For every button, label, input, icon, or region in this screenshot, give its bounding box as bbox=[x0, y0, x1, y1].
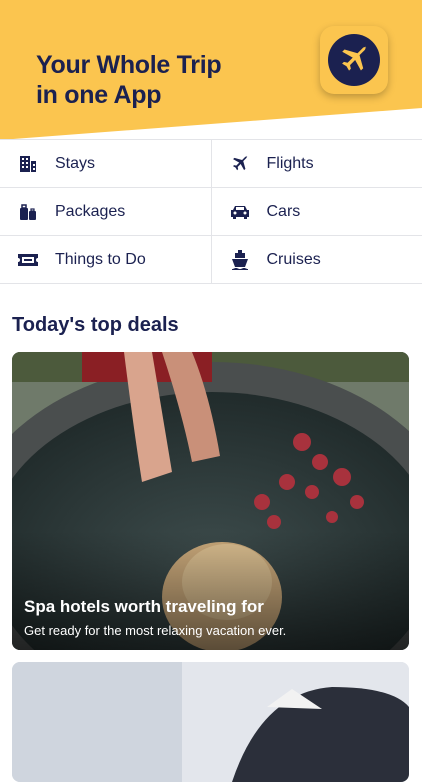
tagline: Your Whole Trip in one App bbox=[36, 50, 296, 110]
category-flights[interactable]: Flights bbox=[212, 140, 422, 187]
category-label: Packages bbox=[55, 203, 125, 221]
category-packages[interactable]: Packages bbox=[0, 188, 212, 235]
ship-icon bbox=[229, 249, 251, 271]
category-cars[interactable]: Cars bbox=[212, 188, 422, 235]
category-label: Things to Do bbox=[55, 251, 146, 269]
category-grid: Stays Flights Packages Cars Thin bbox=[0, 139, 422, 284]
deal-title: Spa hotels worth traveling for bbox=[24, 597, 286, 617]
luggage-icon bbox=[17, 201, 39, 223]
section-title: Today's top deals bbox=[12, 314, 179, 337]
deal-image bbox=[12, 662, 409, 782]
app-icon bbox=[320, 26, 388, 94]
deal-card[interactable] bbox=[12, 662, 409, 782]
plane-icon bbox=[328, 34, 380, 86]
category-label: Cars bbox=[267, 203, 301, 221]
tagline-line1: Your Whole Trip bbox=[36, 50, 296, 80]
category-label: Stays bbox=[55, 155, 95, 173]
building-icon bbox=[17, 153, 39, 175]
category-things-to-do[interactable]: Things to Do bbox=[0, 236, 212, 283]
category-stays[interactable]: Stays bbox=[0, 140, 212, 187]
deal-card[interactable]: Spa hotels worth traveling for Get ready… bbox=[12, 352, 409, 650]
tagline-line2: in one App bbox=[36, 80, 296, 110]
car-icon bbox=[229, 201, 251, 223]
deal-subtitle: Get ready for the most relaxing vacation… bbox=[24, 623, 286, 638]
category-label: Flights bbox=[267, 155, 314, 173]
ticket-icon bbox=[17, 249, 39, 271]
category-cruises[interactable]: Cruises bbox=[212, 236, 422, 283]
plane-icon bbox=[229, 153, 251, 175]
category-label: Cruises bbox=[267, 251, 321, 269]
